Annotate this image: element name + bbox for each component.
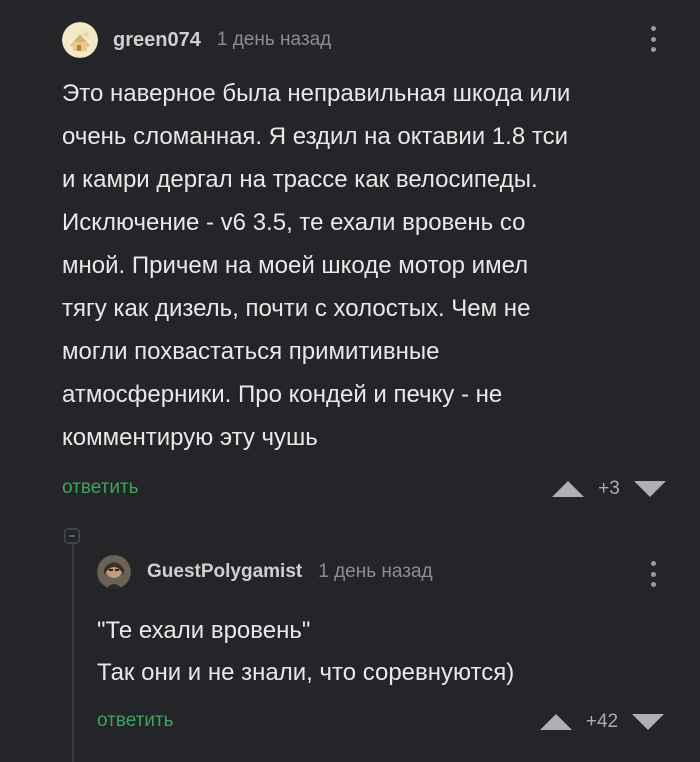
- timestamp: 1 день назад: [318, 561, 433, 582]
- arrow-down-icon[interactable]: [634, 481, 666, 497]
- comment-header: GuestPolygamist 1 день назад: [97, 555, 433, 589]
- comment-reply: GuestPolygamist 1 день назад "Те ехали в…: [0, 530, 700, 762]
- arrow-up-icon[interactable]: [552, 481, 584, 497]
- vote-controls: +3: [552, 478, 666, 500]
- kebab-menu-icon[interactable]: [643, 559, 663, 589]
- username[interactable]: GuestPolygamist: [147, 561, 302, 583]
- score: +42: [585, 711, 619, 732]
- comment-text: Это наверное была неправильная шкода или…: [62, 80, 571, 451]
- arrow-down-icon[interactable]: [632, 714, 664, 730]
- avatar[interactable]: [62, 22, 98, 58]
- username[interactable]: green074: [113, 29, 201, 52]
- avatar[interactable]: [97, 555, 131, 589]
- kebab-menu-icon[interactable]: [643, 24, 663, 54]
- score: +3: [598, 478, 620, 499]
- timestamp: 1 день назад: [216, 29, 332, 50]
- vote-controls: +42: [540, 711, 664, 733]
- reply-button[interactable]: ответить: [62, 477, 139, 499]
- arrow-up-icon[interactable]: [540, 714, 572, 730]
- reply-button[interactable]: ответить: [97, 710, 174, 732]
- comment-text: "Те ехали вровень" Так они и не знали, ч…: [97, 617, 515, 686]
- comment: green074 1 день назад Это наверное была …: [0, 0, 700, 530]
- comment-header: green074 1 день назад: [62, 22, 331, 58]
